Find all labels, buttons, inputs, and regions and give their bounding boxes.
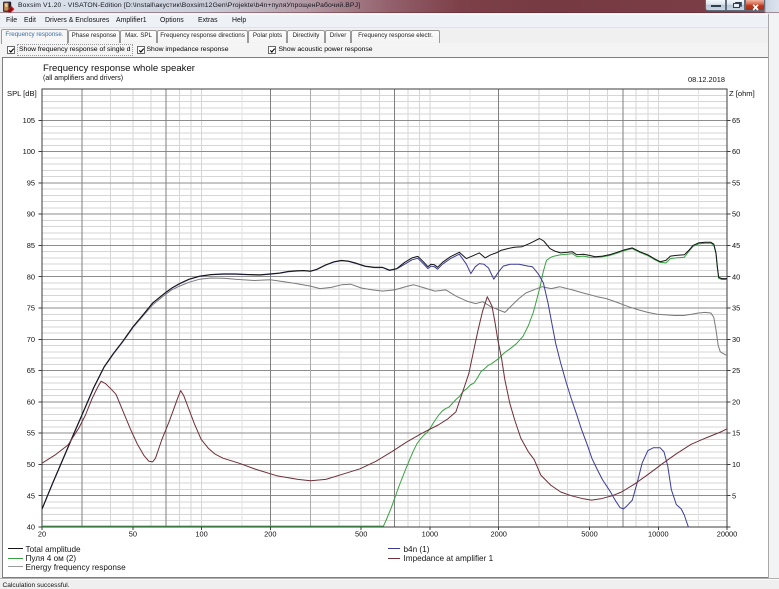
svg-text:55: 55 (732, 179, 740, 188)
svg-text:50: 50 (129, 530, 137, 539)
svg-text:90: 90 (27, 210, 35, 219)
svg-text:45: 45 (732, 241, 740, 250)
svg-text:5: 5 (732, 491, 736, 500)
svg-text:60: 60 (732, 147, 740, 156)
svg-text:50: 50 (27, 460, 35, 469)
svg-text:80: 80 (27, 272, 35, 281)
svg-text:35: 35 (732, 304, 740, 313)
svg-text:40: 40 (27, 523, 35, 532)
svg-text:200: 200 (264, 530, 276, 539)
svg-text:60: 60 (27, 398, 35, 407)
svg-text:75: 75 (27, 304, 35, 313)
svg-text:15: 15 (732, 429, 740, 438)
svg-text:95: 95 (27, 179, 35, 188)
svg-text:65: 65 (27, 366, 35, 375)
svg-text:40: 40 (732, 272, 740, 281)
svg-text:50: 50 (732, 210, 740, 219)
svg-text:100: 100 (195, 530, 207, 539)
svg-text:10: 10 (732, 460, 740, 469)
svg-text:85: 85 (27, 241, 35, 250)
svg-text:100: 100 (23, 147, 35, 156)
svg-text:5000: 5000 (581, 530, 597, 539)
svg-text:20: 20 (38, 530, 46, 539)
svg-text:45: 45 (27, 491, 35, 500)
svg-text:70: 70 (27, 335, 35, 344)
svg-text:65: 65 (732, 116, 740, 125)
svg-text:55: 55 (27, 429, 35, 438)
svg-text:500: 500 (355, 530, 367, 539)
svg-text:20: 20 (732, 398, 740, 407)
svg-text:20000: 20000 (717, 530, 738, 539)
svg-text:105: 105 (23, 116, 35, 125)
svg-text:25: 25 (732, 366, 740, 375)
svg-text:30: 30 (732, 335, 740, 344)
svg-text:10000: 10000 (648, 530, 669, 539)
svg-text:2000: 2000 (490, 530, 506, 539)
svg-text:1000: 1000 (422, 530, 438, 539)
